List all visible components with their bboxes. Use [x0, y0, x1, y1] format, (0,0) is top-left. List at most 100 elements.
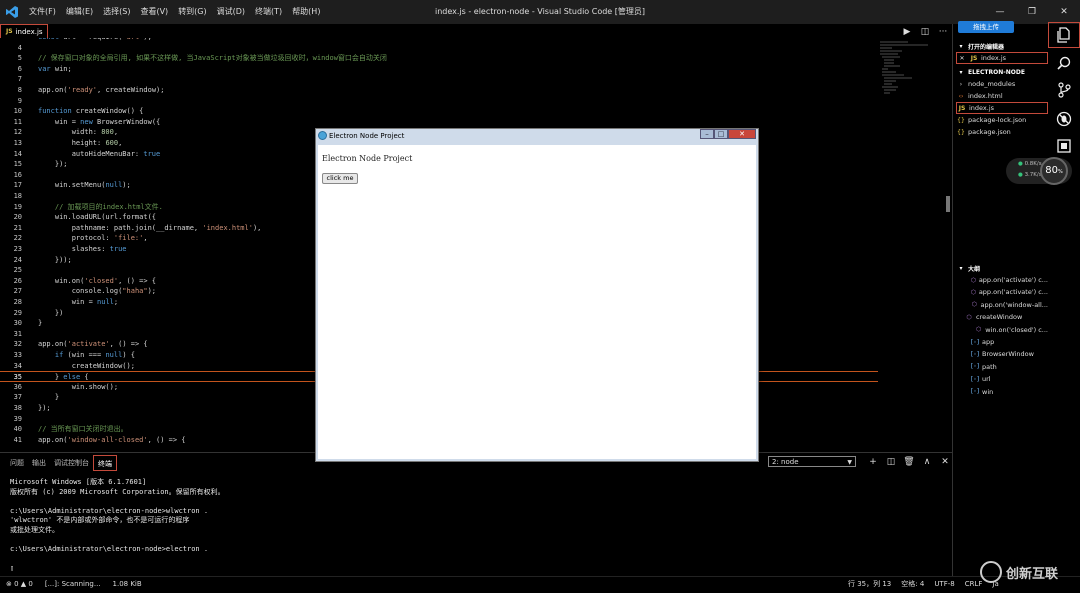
memory-percent: 80	[1045, 165, 1058, 176]
code-text: win = new BrowserWindow({	[38, 117, 161, 126]
status-indentation[interactable]: 空格: 4	[901, 579, 924, 589]
app-window-titlebar[interactable]: Electron Node Project	[315, 128, 759, 144]
variable-icon: [◦]	[970, 350, 980, 358]
panel-tabs: 问题 输出 调试控制台 终端	[6, 455, 117, 471]
outline-item[interactable]: ⬡ win.on('closed') c...	[956, 324, 1048, 336]
code-text: });	[38, 404, 51, 412]
tab-debug-console[interactable]: 调试控制台	[50, 455, 93, 471]
debug-icon[interactable]	[1048, 106, 1080, 132]
more-icon[interactable]: ···	[934, 27, 952, 37]
tab-problems[interactable]: 问题	[6, 455, 28, 471]
open-editors-header[interactable]: ▾ 打开的编辑器	[956, 40, 1048, 52]
electron-app-icon	[318, 131, 327, 140]
line-number: 26	[13, 276, 22, 285]
trash-icon[interactable]: 🗑	[900, 457, 918, 467]
outline-item[interactable]: ⬡ app.on('activate') c...	[956, 286, 1048, 298]
method-icon: ⬡	[975, 326, 982, 334]
status-cursor-position[interactable]: 行 35，列 13	[848, 579, 891, 589]
app-window-content	[318, 145, 756, 459]
code-line[interactable]: 5 // 保存窗口对象的全局引用, 如果不这样做, 当JavaScript对象被当…	[0, 53, 878, 64]
outline-item[interactable]: [◦] url	[956, 373, 1048, 385]
memory-percent-badge[interactable]: 80%	[1040, 157, 1068, 185]
upload-button[interactable]: 拖拽上传	[958, 21, 1014, 33]
status-encoding[interactable]: UTF-8	[934, 580, 954, 588]
split-terminal-icon[interactable]: ◫	[882, 457, 900, 467]
close-button[interactable]: ✕	[1048, 0, 1080, 24]
outline-item[interactable]: ⬡ app.on('window-all...	[956, 299, 1048, 311]
outline-item[interactable]: ⬡ app.on('activate') c...	[956, 274, 1048, 286]
tree-item-package-json[interactable]: {} package.json	[956, 126, 1048, 138]
outline-item[interactable]: [◦] win	[956, 386, 1048, 398]
tree-item-index-js[interactable]: JS index.js	[956, 102, 1048, 114]
code-line[interactable]: 9	[0, 96, 878, 107]
split-editor-icon[interactable]: ◫	[916, 27, 934, 37]
outline-item-label: win.on('closed') c...	[985, 325, 1048, 334]
code-line[interactable]: 7	[0, 74, 878, 85]
code-text: function createWindow() {	[38, 107, 144, 116]
code-text: // 当所有窗口关闭时退出。	[38, 425, 128, 434]
tree-item-label: index.js	[969, 104, 995, 112]
line-number: 31	[13, 329, 22, 338]
tab-output[interactable]: 输出	[28, 455, 50, 471]
code-line[interactable]: 8 app.on('ready', createWindow);	[0, 85, 878, 96]
app-minimize-icon[interactable]: –	[700, 129, 714, 139]
terminal-line: Microsoft Windows [版本 6.1.7601]	[10, 478, 147, 486]
code-text: win.show();	[38, 382, 119, 391]
run-icon[interactable]: ▶	[898, 27, 916, 37]
search-icon[interactable]	[1048, 50, 1080, 76]
code-text: }	[38, 393, 60, 402]
tree-item-index-html[interactable]: ‹› index.html	[956, 90, 1048, 102]
editor-scrollbar-thumb[interactable]	[946, 196, 950, 212]
terminal-select[interactable]: 2: node ▼	[768, 456, 856, 467]
code-line[interactable]: 10 function createWindow() {	[0, 106, 878, 117]
tab-index-js[interactable]: JS index.js	[0, 24, 48, 38]
line-number: 41	[13, 435, 22, 444]
code-line[interactable]: 11 win = new BrowserWindow({	[0, 117, 878, 128]
close-icon[interactable]: ✕	[957, 55, 967, 62]
watermark-logo-icon	[980, 561, 1002, 583]
maximize-button[interactable]: ❐	[1016, 0, 1048, 24]
outline-item[interactable]: [◦] BrowserWindow	[956, 348, 1048, 360]
js-file-icon: JS	[970, 54, 978, 62]
code-text: width: 800,	[38, 128, 119, 137]
code-text: // 保存窗口对象的全局引用, 如果不这样做, 当JavaScript对象被当做…	[38, 54, 387, 63]
line-number: 15	[13, 160, 22, 169]
status-problems[interactable]: ⊗ 0 ▲ 0	[6, 580, 33, 588]
outline-item[interactable]: [◦] path	[956, 361, 1048, 373]
json-file-icon: {}	[957, 128, 965, 136]
line-number: 9	[17, 96, 22, 105]
explorer-icon[interactable]	[1048, 22, 1080, 48]
click-me-button[interactable]: click me	[322, 173, 358, 184]
minimap[interactable]	[878, 40, 938, 100]
chevron-down-icon: ▾	[959, 42, 963, 50]
outline-header[interactable]: ▾ 大纲	[956, 262, 1048, 274]
new-terminal-icon[interactable]: +	[864, 457, 882, 467]
chevron-down-icon: ▾	[959, 68, 963, 76]
outline-item-label: path	[982, 362, 997, 371]
project-title: ELECTRON-NODE	[968, 68, 1025, 76]
code-line[interactable]: 4	[0, 43, 878, 54]
code-line[interactable]: 6 var win;	[0, 64, 878, 75]
tab-terminal[interactable]: 终端	[93, 455, 117, 471]
code-text: if (win === null) {	[54, 351, 135, 359]
chevron-down-icon: ▼	[847, 459, 852, 466]
tree-item-package-lock[interactable]: {} package-lock.json	[956, 114, 1048, 126]
app-close-icon[interactable]: ✕	[728, 129, 756, 139]
extensions-icon[interactable]	[1048, 133, 1080, 159]
terminal-output[interactable]: Microsoft Windows [版本 6.1.7601] 版权所有 (c) …	[10, 478, 940, 574]
project-header[interactable]: ▾ ELECTRON-NODE	[956, 66, 1048, 78]
chevron-right-icon: ›	[959, 80, 963, 88]
window-title: index.js - electron-node - Visual Studio…	[434, 7, 645, 16]
line-number: 33	[13, 351, 22, 359]
app-maximize-icon[interactable]: □	[714, 129, 728, 139]
open-editor-index-js[interactable]: ✕ JS index.js	[956, 52, 1048, 64]
outline-item[interactable]: [◦] app	[956, 336, 1048, 348]
line-number: 22	[13, 234, 22, 243]
tree-item-node-modules[interactable]: › node_modules	[956, 78, 1048, 90]
maximize-panel-icon[interactable]: ∧	[918, 457, 936, 467]
source-control-icon[interactable]	[1048, 77, 1080, 103]
line-number: 29	[13, 308, 22, 317]
line-number: 40	[13, 425, 22, 434]
outline-item[interactable]: ⬡ createWindow	[956, 311, 1048, 323]
